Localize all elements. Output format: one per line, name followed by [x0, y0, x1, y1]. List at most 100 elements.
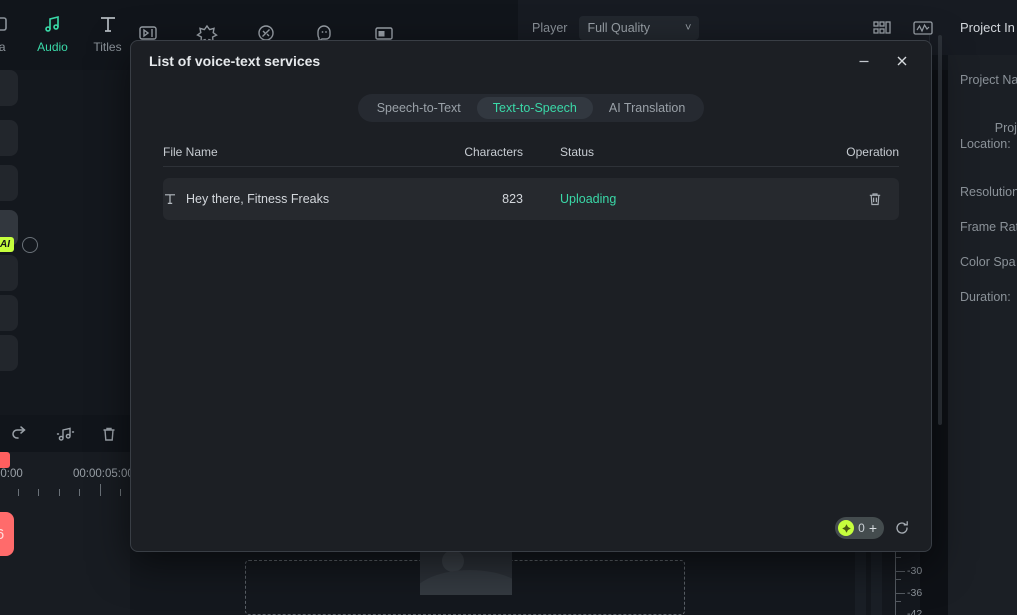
delete-icon[interactable]: [100, 425, 118, 443]
player-label: Player: [532, 20, 568, 35]
timeline-clip[interactable]: 6: [0, 512, 14, 556]
dialog-title: List of voice-text services: [149, 53, 321, 69]
table-row[interactable]: Hey there, Fitness Freaks 823 Uploading: [163, 178, 899, 220]
close-icon[interactable]: [883, 45, 921, 77]
project-info-rows: Project Na Project Fil Location: Resolut…: [948, 55, 1017, 305]
tool-tab-audio[interactable]: Audio: [25, 12, 80, 54]
playhead-marker[interactable]: [0, 452, 10, 468]
text-t-icon: [97, 12, 119, 36]
ruler-tick: [38, 489, 39, 496]
project-info-label: Color Spa: [960, 255, 1016, 269]
detach-audio-icon[interactable]: [54, 425, 76, 443]
cell-status: Uploading: [560, 192, 617, 206]
cell-operation: [753, 187, 899, 211]
ruler-tick: [100, 484, 101, 496]
media-icon: [0, 12, 9, 36]
quality-select-value: Full Quality: [587, 20, 650, 35]
timeline-clip-label: 6: [0, 526, 4, 543]
grid-layout-icon[interactable]: [872, 19, 892, 37]
project-info-row-resolution: Resolution: [960, 184, 1017, 200]
project-info-label: Project Na: [960, 73, 1017, 87]
credits-value: 0: [858, 521, 865, 535]
text-file-icon: [163, 192, 177, 206]
column-header-characters: Characters: [464, 144, 523, 159]
timeline-toolbar: [0, 415, 130, 452]
ruler-tick: [79, 489, 80, 496]
voice-text-services-dialog: List of voice-text services Speech-to-Te…: [130, 40, 932, 552]
right-panel-scrollbar[interactable]: [938, 35, 942, 425]
tool-tab-media-label: dia: [0, 40, 6, 54]
waveform-icon[interactable]: [912, 19, 934, 37]
redo-icon[interactable]: [10, 425, 30, 443]
tab-speech-to-text-label: Speech-to-Text: [376, 101, 461, 115]
project-info-label: Duration:: [960, 290, 1011, 304]
project-info-label: Frame Rat: [960, 220, 1017, 234]
timeline-ruler[interactable]: 00:00 00:00:05:00: [0, 468, 134, 502]
placeholder-sun: [442, 550, 464, 572]
meter-tick: [896, 593, 905, 594]
sidebar-thumb-2[interactable]: [0, 120, 18, 156]
meter-tick: [896, 571, 905, 572]
sidebar-thumb-5[interactable]: [0, 255, 18, 291]
project-info-row-duration: Duration:: [960, 289, 1017, 305]
tab-ai-translation-label: AI Translation: [608, 101, 686, 115]
credits-badge[interactable]: 0 +: [835, 517, 884, 539]
meter-tick: [896, 579, 901, 580]
placeholder-hill: [420, 570, 512, 595]
refresh-icon[interactable]: [893, 519, 911, 537]
meter-tick: [896, 557, 901, 558]
credit-gem-icon: [838, 520, 855, 536]
tool-tab-titles[interactable]: Titles: [80, 12, 135, 54]
music-note-icon: [42, 12, 64, 36]
service-tabs: Speech-to-Text Text-to-Speech AI Transla…: [357, 94, 705, 122]
dialog-window-controls: [845, 45, 921, 77]
project-info-title: Project In: [948, 0, 1017, 55]
project-info-label: Project Fil Location:: [960, 121, 1017, 151]
meter-label-30: -30: [907, 565, 923, 577]
tab-ai-translation[interactable]: AI Translation: [593, 97, 701, 119]
timecode-1: 00:00:05:00: [73, 468, 134, 480]
timecode-0: 00:00: [0, 468, 23, 480]
trash-icon[interactable]: [863, 187, 887, 211]
project-info-row-colorspace: Color Spa: [960, 254, 1017, 270]
sidebar-thumb-6[interactable]: [0, 295, 18, 331]
file-name-label: Hey there, Fitness Freaks: [186, 192, 330, 206]
ruler-tick: [18, 489, 19, 496]
player-actions: [872, 19, 934, 37]
sidebar-thumb-1[interactable]: [0, 70, 18, 106]
add-credits-button[interactable]: +: [869, 521, 877, 535]
dialog-footer: 0 +: [835, 517, 911, 539]
meter-label-36: -36: [907, 587, 923, 599]
quality-select[interactable]: Full Quality ˅: [579, 15, 700, 40]
column-header-status: Status: [560, 144, 595, 159]
tool-tab-group: dia Audio: [0, 12, 135, 62]
audio-meter: -30 -36 -42: [855, 545, 930, 615]
ai-badge: AI: [0, 237, 14, 252]
chevron-down-icon: ˅: [685, 21, 692, 34]
tab-text-to-speech-label: Text-to-Speech: [492, 101, 577, 115]
meter-label-42: -42: [907, 608, 923, 615]
project-info-row-framerate: Frame Rat: [960, 219, 1017, 235]
ruler-tick: [120, 489, 121, 496]
tool-tab-audio-label: Audio: [37, 40, 68, 54]
dialog-title-bar: List of voice-text services: [131, 41, 931, 81]
timeline[interactable]: 00:00 00:00:05:00 6: [0, 452, 134, 615]
ruler-tick: [59, 489, 60, 496]
media-sidebar-strip: AI ❮: [0, 70, 38, 467]
audio-meter-channel-right: [871, 545, 882, 615]
audio-meter-scale: -30 -36 -42: [895, 545, 930, 615]
sidebar-thumb-3[interactable]: [0, 165, 18, 201]
tool-tab-media[interactable]: dia: [0, 12, 25, 54]
minimize-icon[interactable]: [845, 45, 883, 77]
tab-text-to-speech[interactable]: Text-to-Speech: [476, 97, 593, 119]
project-info-panel: Project In Project Na Project Fil Locati…: [948, 0, 1017, 615]
project-info-label: Resolution: [960, 185, 1017, 199]
tab-speech-to-text[interactable]: Speech-to-Text: [361, 97, 477, 119]
cell-file-name: Hey there, Fitness Freaks: [163, 192, 403, 206]
cell-characters: 823: [502, 192, 523, 206]
column-header-operation: Operation: [846, 144, 899, 159]
project-info-row-name: Project Na: [960, 72, 1017, 88]
sidebar-thumb-7[interactable]: [0, 335, 18, 371]
meter-tick: [896, 601, 901, 602]
meter-axis: [895, 545, 896, 615]
